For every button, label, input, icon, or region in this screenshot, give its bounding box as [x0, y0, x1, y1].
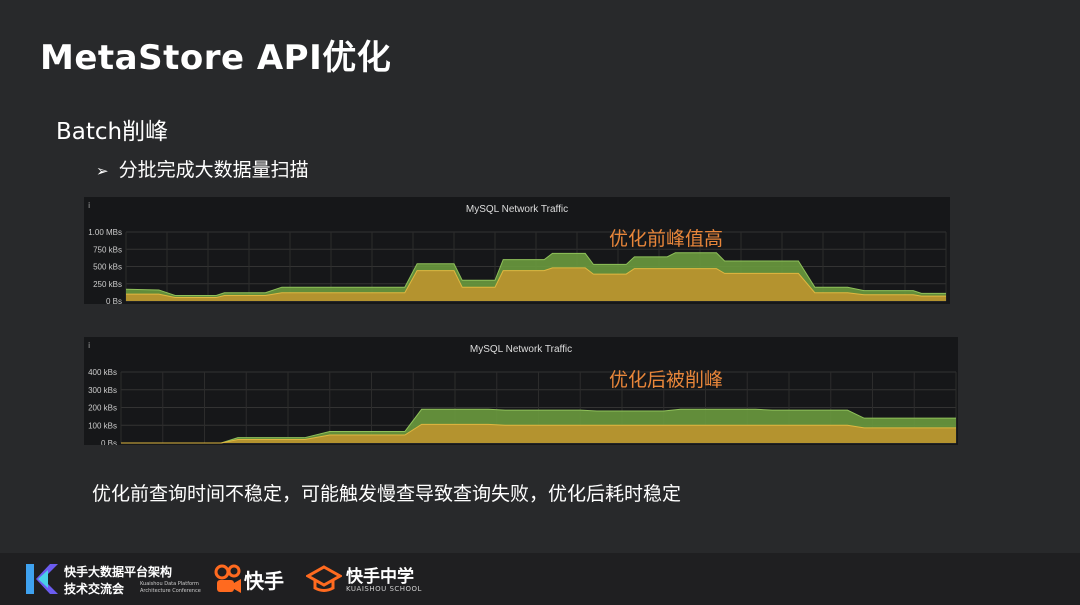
info-icon: i — [88, 341, 90, 350]
y-tick-label: 0 Bs — [106, 297, 122, 304]
arrow-bullet-icon: ➢ — [96, 162, 109, 180]
conclusion-note: 优化前查询时间不稳定，可能触发慢查导致查询失败，优化后耗时稳定 — [92, 483, 682, 505]
chart-title: MySQL Network Traffic — [470, 344, 572, 355]
y-tick-label: 100 kBs — [88, 421, 117, 430]
y-tick-label: 1.00 MBs — [88, 228, 122, 237]
kuaishou-school-logo-icon — [306, 565, 342, 592]
slide-title: MetaStore API优化 — [40, 38, 392, 78]
y-tick-label: 200 kBs — [88, 404, 117, 413]
chart-after-svg: i MySQL Network Traffic 400 kBs 300 kBs 200 … — [88, 341, 957, 445]
kuaishou-logo-icon — [214, 564, 241, 593]
brand1-line1: 快手大数据平台架构 — [64, 565, 173, 579]
slide-subtitle: Batch削峰 — [56, 119, 169, 145]
data-platform-logo-icon — [26, 564, 58, 594]
y-tick-label: 300 kBs — [88, 386, 117, 395]
bullet-item: ➢ 分批完成大数据量扫描 — [96, 155, 309, 182]
chart-title: MySQL Network Traffic — [466, 204, 568, 215]
y-tick-label: 750 kBs — [93, 245, 122, 254]
chart-before-svg: i MySQL Network Traffic 1.00 MBs 750 kBs 500… — [88, 201, 947, 304]
footer-bar: 快手大数据平台架构 技术交流会 Kuaishou Data Platform A… — [0, 553, 1080, 605]
chart-before: i MySQL Network Traffic 1.00 MBs 750 kBs 500… — [84, 197, 950, 304]
brand3-en: KUAISHOU SCHOOL — [346, 585, 422, 593]
brand1-en2: Architecture Conference — [140, 588, 201, 594]
chart-after: i MySQL Network Traffic 400 kBs 300 kBs 200 … — [84, 337, 958, 445]
bullet-text: 分批完成大数据量扫描 — [118, 159, 309, 181]
chart-before-annotation: 优化前峰值高 — [609, 228, 724, 250]
y-tick-label: 250 kBs — [93, 280, 122, 289]
y-tick-label: 500 kBs — [93, 263, 122, 272]
y-tick-label: 0 Bs — [101, 439, 117, 445]
chart-after-annotation: 优化后被削峰 — [609, 369, 724, 391]
brand2-text: 快手 — [244, 569, 284, 593]
brand1-en1: Kuaishou Data Platform — [140, 581, 199, 587]
brand1-line2: 技术交流会 — [64, 582, 125, 596]
info-icon: i — [88, 201, 90, 210]
y-tick-label: 400 kBs — [88, 368, 117, 377]
brand3-text: 快手中学 — [346, 567, 414, 587]
